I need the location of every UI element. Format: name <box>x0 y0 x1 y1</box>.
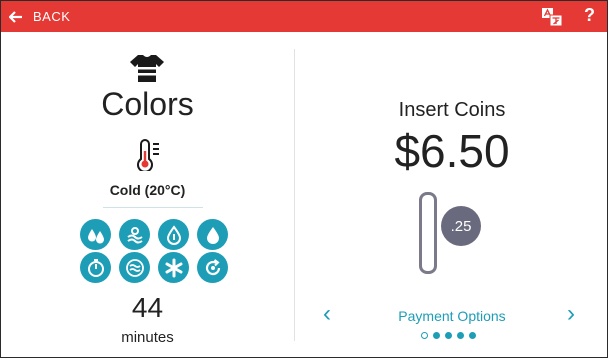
drop-outline-icon[interactable] <box>158 219 189 250</box>
drops-icon[interactable] <box>80 219 111 250</box>
page-dot[interactable] <box>421 332 428 339</box>
app-frame: BACK ? Colors Cold (20°C) 44 minutes Ins… <box>0 0 608 358</box>
coin-icon: .25 <box>441 206 481 246</box>
shirt-icon <box>130 55 164 82</box>
price-amount: $6.50 <box>394 125 510 177</box>
refresh-icon[interactable] <box>197 252 228 283</box>
time-remaining: 44 <box>131 292 164 323</box>
help-button[interactable]: ? <box>584 5 595 26</box>
cycle-name: Colors <box>101 86 194 122</box>
insert-coins-prompt: Insert Coins <box>398 99 506 121</box>
temperature-label: Cold (20°C) <box>109 182 186 198</box>
page-indicator <box>421 332 476 339</box>
back-label: BACK <box>33 9 71 24</box>
back-arrow-icon <box>9 10 22 23</box>
back-button[interactable]: BACK <box>9 1 70 32</box>
top-bar: BACK ? <box>1 1 607 32</box>
language-icon[interactable] <box>541 7 563 27</box>
payment-panel: Insert Coins $6.50 .25 ‹ Payment Options… <box>295 32 607 357</box>
page-dot[interactable] <box>445 332 452 339</box>
coin-label: .25 <box>450 217 472 235</box>
waves-icon[interactable] <box>119 252 150 283</box>
separator <box>103 207 203 208</box>
star-icon[interactable] <box>158 252 189 283</box>
cycle-panel: Colors Cold (20°C) 44 minutes <box>1 32 294 357</box>
coin-slot-icon <box>419 192 437 274</box>
cycle-options <box>80 219 228 283</box>
payment-options-label[interactable]: Payment Options <box>295 308 607 324</box>
timer-icon[interactable] <box>80 252 111 283</box>
stain-icon[interactable] <box>119 219 150 250</box>
time-unit: minutes <box>121 329 174 346</box>
drop-icon[interactable] <box>197 219 228 250</box>
page-dot[interactable] <box>469 332 476 339</box>
thermometer-icon <box>137 139 159 171</box>
next-payment-button[interactable]: › <box>567 300 575 328</box>
page-dot[interactable] <box>457 332 464 339</box>
page-dot[interactable] <box>433 332 440 339</box>
